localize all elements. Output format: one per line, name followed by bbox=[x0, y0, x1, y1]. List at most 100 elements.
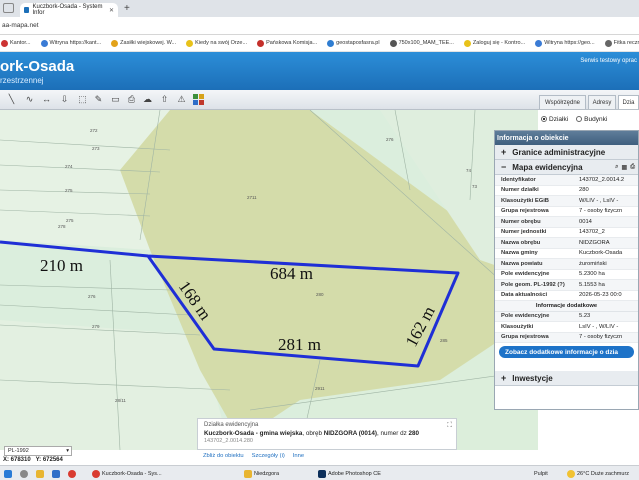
attribute-row: Numer obrębu 0014 bbox=[495, 217, 638, 228]
bookmark-item[interactable]: Witryna https://kant... bbox=[40, 39, 101, 47]
attribute-value: NIDZGORA bbox=[579, 239, 610, 246]
expand-icon[interactable]: + bbox=[501, 147, 506, 157]
close-icon[interactable]: ⛶ bbox=[447, 422, 452, 430]
bookmark-item[interactable]: geostaposfasra.pl bbox=[327, 39, 380, 47]
parcel-number: 74 bbox=[466, 168, 472, 173]
new-tab-icon[interactable]: + bbox=[124, 3, 130, 14]
other-link[interactable]: Inne bbox=[293, 453, 304, 459]
mail-icon[interactable] bbox=[52, 468, 60, 479]
address-bar[interactable]: aa-mapa.net bbox=[0, 17, 639, 35]
attribute-key: Pole geom. PL-1992 (?) bbox=[501, 281, 565, 288]
extra-info-header: Informacje dodatkowe bbox=[495, 301, 638, 312]
layers-grid-icon[interactable] bbox=[193, 94, 204, 105]
search-icon[interactable]: ⌕ bbox=[615, 164, 618, 171]
print-icon[interactable]: ⎙ bbox=[630, 164, 635, 171]
parcel-number: 274 bbox=[65, 164, 73, 169]
measure-path-icon[interactable]: ∿ bbox=[24, 94, 35, 105]
attribute-row: Nazwa powiatu żuromiński bbox=[495, 259, 638, 270]
radio-buildings[interactable]: Budynki bbox=[576, 116, 607, 123]
attribute-value: żuromiński bbox=[579, 260, 607, 267]
crs-select[interactable]: PL-1992 ▾ bbox=[4, 446, 72, 456]
bookmark-item[interactable]: Zasiłki wiejskowej. W... bbox=[111, 39, 176, 47]
weather-label: 26°C Duże zachmurz bbox=[577, 470, 630, 477]
expand-icon[interactable]: + bbox=[501, 373, 506, 383]
bookmark-favicon-icon bbox=[535, 39, 543, 47]
measure-line-icon[interactable]: ╲ bbox=[6, 94, 17, 105]
popup-title: Działka ewidencyjna bbox=[204, 422, 259, 428]
parcel-number: 2711 bbox=[247, 195, 257, 200]
desktop-label[interactable]: Pulpit bbox=[534, 468, 548, 479]
close-tab-icon[interactable]: ✕ bbox=[109, 7, 114, 14]
bookmark-label: 750x100_MAM_TEE... bbox=[398, 40, 454, 46]
more-info-button[interactable]: Zobacz dodatkowe informacje o dzia bbox=[499, 346, 634, 358]
taskbar-item-label: Niedzgora bbox=[254, 470, 280, 477]
collapse-icon[interactable]: − bbox=[501, 162, 506, 172]
tab-title: Kuczbork-Osada - System Infor bbox=[32, 4, 103, 16]
bookmark-favicon-icon bbox=[186, 39, 194, 47]
chrome-icon[interactable] bbox=[68, 468, 76, 479]
parcel-number: 276 bbox=[88, 294, 96, 299]
app-header: ork-Osada rzestrzennej Serwis testowy op… bbox=[0, 52, 639, 90]
bookmark-item[interactable]: Pańskowa Komisja... bbox=[257, 39, 317, 47]
section-cadastral-map[interactable]: − Mapa ewidencyjna ⌕ ▦ ⎙ bbox=[495, 160, 638, 175]
download-icon[interactable]: ⇩ bbox=[59, 94, 70, 105]
attribute-key: Identyfikator bbox=[501, 176, 536, 183]
section-admin-boundaries[interactable]: + Granice administracyjne bbox=[495, 145, 638, 160]
parcel-number: 2911 bbox=[315, 386, 325, 391]
bookmark-favicon-icon bbox=[463, 39, 471, 47]
bookmark-item[interactable]: Zaloguj się - Kontro... bbox=[463, 39, 526, 47]
attribute-row: Identyfikator 143702_2.0014.2 bbox=[495, 175, 638, 186]
extra-attribute-table: Pole ewidencyjne 5.23 Klasoużytki LsIV - , … bbox=[495, 311, 638, 343]
taskbar-item-photoshop[interactable]: Adobe Photoshop CE bbox=[318, 468, 381, 479]
cloud-icon[interactable]: ☁ bbox=[142, 94, 153, 105]
attribute-key: Numer działki bbox=[501, 187, 539, 194]
details-link[interactable]: Szczegóły (i) bbox=[252, 453, 285, 459]
attribute-row: Pole geom. PL-1992 (?) 5.1553 ha bbox=[495, 280, 638, 291]
tab-parcels[interactable]: Dzia bbox=[618, 95, 639, 109]
attribute-value: 7 - osoby fizyczn bbox=[579, 334, 623, 341]
attribute-key: Nazwa obrębu bbox=[501, 239, 541, 246]
tab-addresses[interactable]: Adresy bbox=[588, 95, 616, 109]
bookmark-item[interactable]: Witryna https://geo... bbox=[535, 39, 595, 47]
attribute-key: Klasoużytki bbox=[501, 323, 534, 330]
bookmark-label: Zaloguj się - Kontro... bbox=[472, 40, 526, 46]
attribute-row: Pole ewidencyjne 5.2300 ha bbox=[495, 270, 638, 280]
measure-distance-icon[interactable]: ↔ bbox=[41, 94, 52, 105]
taskbar-item-folder[interactable]: Niedzgora bbox=[244, 468, 279, 479]
taskbar-item-browser[interactable]: Kuczbork-Osada - Sys... bbox=[92, 468, 162, 479]
search-icon[interactable] bbox=[20, 468, 28, 479]
section-investments-label: Inwestycje bbox=[512, 373, 553, 383]
test-service-notice[interactable]: Serwis testowy oprac bbox=[580, 58, 637, 64]
coord-x: X: 678310 bbox=[3, 457, 31, 463]
measure-label-684: 684 m bbox=[270, 264, 313, 283]
map-drawing[interactable]: 272 273 274 275 278 275 276 279 280 2911… bbox=[0, 110, 538, 450]
section-investments[interactable]: + Inwestycje bbox=[495, 371, 638, 386]
map-canvas[interactable]: 272 273 274 275 278 275 276 279 280 2911… bbox=[0, 110, 538, 450]
edit-icon[interactable]: ✎ bbox=[93, 94, 104, 105]
tab-coordinates[interactable]: Współrzędne bbox=[539, 95, 586, 109]
object-info-panel: Informacja o obiekcie + Granice administ… bbox=[494, 130, 639, 410]
measure-label-210: 210 m bbox=[40, 256, 83, 275]
radio-parcels[interactable]: Działki bbox=[541, 116, 568, 123]
browser-tab[interactable]: Kuczbork-Osada - System Infor ✕ bbox=[20, 3, 118, 17]
window-menu-icon[interactable] bbox=[3, 3, 14, 13]
print-icon[interactable]: ⎙ bbox=[126, 94, 137, 105]
file-explorer-icon[interactable] bbox=[36, 468, 44, 479]
start-icon[interactable] bbox=[4, 468, 12, 479]
bookmark-item[interactable]: 750x100_MAM_TEE... bbox=[389, 39, 454, 47]
bookmark-favicon-icon bbox=[604, 39, 612, 47]
bookmark-item[interactable]: Kantor... bbox=[1, 39, 31, 47]
bookmark-item[interactable]: Kiedy na swój Orze... bbox=[186, 39, 247, 47]
weather-widget[interactable]: 26°C Duże zachmurz bbox=[567, 468, 629, 479]
vehicle-icon[interactable]: ▭ bbox=[110, 94, 121, 105]
parcel-number: 285 bbox=[440, 338, 448, 343]
popup-parcel-id: 143702_2.0014.280 bbox=[204, 438, 253, 444]
bookmark-favicon-icon bbox=[111, 39, 119, 47]
zoom-to-object-link[interactable]: Zbliż do obiektu bbox=[203, 453, 244, 459]
bookmark-item[interactable]: Fitka reczna-wymi... bbox=[604, 39, 639, 47]
select-area-icon[interactable]: ⬚ bbox=[77, 94, 88, 105]
table-icon[interactable]: ▦ bbox=[622, 164, 628, 171]
parcel-number: 73 bbox=[472, 184, 478, 189]
upload-icon[interactable]: ⇧ bbox=[159, 94, 170, 105]
warning-icon[interactable]: ⚠ bbox=[176, 94, 187, 105]
